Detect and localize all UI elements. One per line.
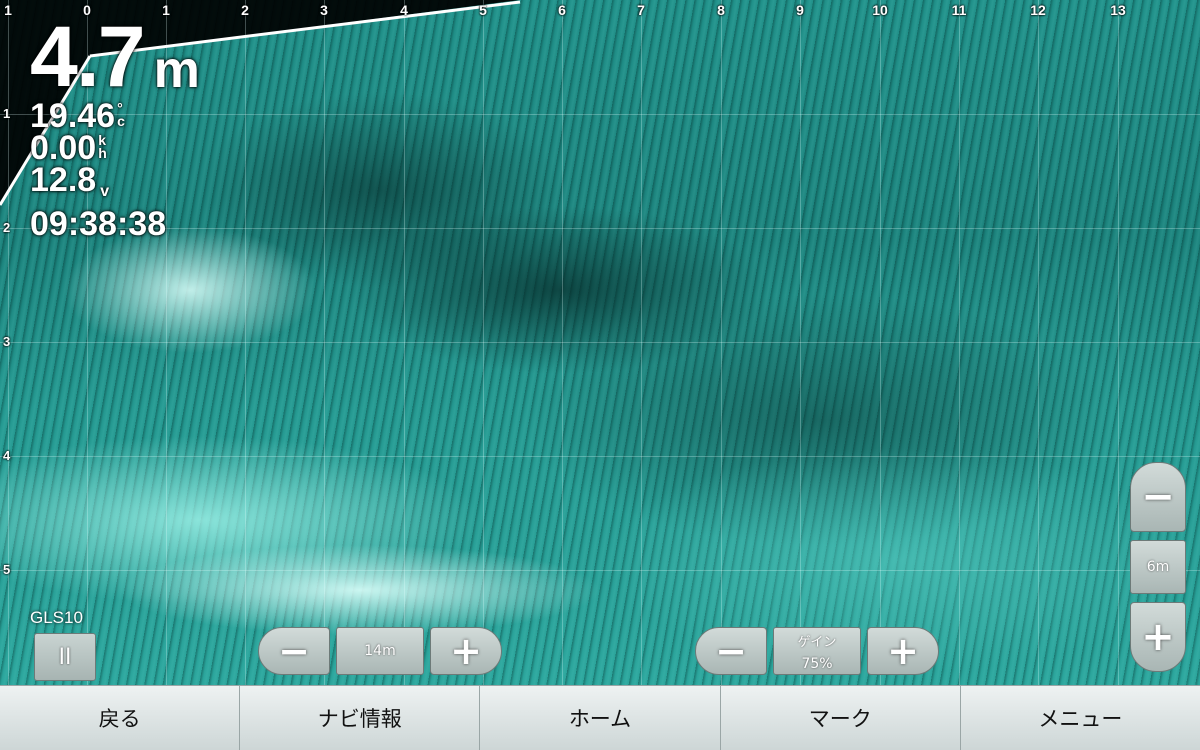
zoom-plus-button[interactable]: + [1130, 602, 1186, 672]
hscale-label: 9 [796, 2, 804, 18]
hscale-label: 7 [637, 2, 645, 18]
clock-readout: 09:38:38 [30, 205, 200, 243]
hscale-label: 8 [717, 2, 725, 18]
nav-info-button[interactable]: ナビ情報 [240, 686, 481, 750]
range-minus-button[interactable]: − [258, 627, 330, 675]
mark-button[interactable]: マーク [720, 686, 961, 750]
pause-button[interactable]: II [34, 633, 96, 681]
range-control: − 14m + [258, 626, 502, 676]
hscale-label: 4 [400, 2, 408, 18]
zoom-value-text: 6m [1146, 559, 1170, 575]
gain-caption: ゲイン [797, 634, 837, 650]
gain-control: − ゲイン 75% + [695, 626, 939, 676]
depth-readout: 4.7 m [30, 14, 200, 100]
menu-button[interactable]: メニュー [960, 686, 1200, 750]
range-value[interactable]: 14m [336, 627, 424, 675]
hscale-label: 5 [479, 2, 487, 18]
sonar-view[interactable]: 1 0 1 2 3 4 5 6 7 8 9 10 11 12 13 1 2 3 … [0, 0, 1200, 685]
water-temperature: 19.46 ° c [30, 97, 200, 135]
sensor-readout: 4.7 m 19.46 ° c 0.00 k h 12.8 v 09:38:38 [30, 14, 200, 243]
depth-unit: m [153, 41, 200, 99]
sonar-source-label: GLS10 [30, 608, 83, 627]
depth-value: 4.7 [30, 9, 146, 105]
gain-value[interactable]: ゲイン 75% [773, 627, 861, 675]
hscale-label: 2 [241, 2, 249, 18]
voltage-readout: 12.8 v [30, 161, 200, 208]
gain-plus-button[interactable]: + [867, 627, 939, 675]
hscale-label: 10 [872, 2, 888, 18]
back-button[interactable]: 戻る [0, 686, 241, 750]
grid-line-horizontal [0, 570, 1200, 571]
range-plus-button[interactable]: + [430, 627, 502, 675]
hscale-label: 12 [1030, 2, 1046, 18]
temperature-value: 19.46 [30, 97, 116, 135]
bottom-nav-bar: 戻る ナビ情報 ホーム マーク メニュー [0, 685, 1200, 750]
speed-unit: k h [98, 133, 107, 161]
grid-line-horizontal [0, 342, 1200, 343]
speed-value: 0.00 [30, 129, 97, 167]
grid-line-horizontal [0, 456, 1200, 457]
hscale-label: 1 [4, 2, 12, 18]
zoom-value[interactable]: 6m [1130, 540, 1186, 594]
hscale-label: 6 [558, 2, 566, 18]
hscale-label: 3 [320, 2, 328, 18]
range-value-text: 14m [364, 643, 396, 659]
temperature-unit-bottom: c [117, 113, 125, 129]
speed-unit-bottom: h [98, 145, 107, 161]
zoom-control: − 6m + [1130, 462, 1186, 672]
hscale-label: 13 [1110, 2, 1126, 18]
home-button[interactable]: ホーム [480, 686, 721, 750]
voltage-unit: v [100, 183, 110, 200]
voltage-value: 12.8 [30, 161, 97, 199]
vscale-label: 1 [3, 106, 11, 121]
pause-icon: II [58, 644, 72, 670]
vscale-label: 5 [3, 562, 11, 577]
vscale-label: 2 [3, 220, 11, 235]
gain-value-text: 75% [801, 655, 833, 672]
hscale-label: 11 [951, 2, 967, 18]
vscale-label: 3 [3, 334, 11, 349]
speed-readout: 0.00 k h [30, 129, 200, 167]
time-value: 09:38:38 [30, 205, 167, 243]
zoom-minus-button[interactable]: − [1130, 462, 1186, 532]
temperature-unit: ° c [117, 101, 125, 129]
vscale-label: 4 [3, 448, 11, 463]
gain-minus-button[interactable]: − [695, 627, 767, 675]
